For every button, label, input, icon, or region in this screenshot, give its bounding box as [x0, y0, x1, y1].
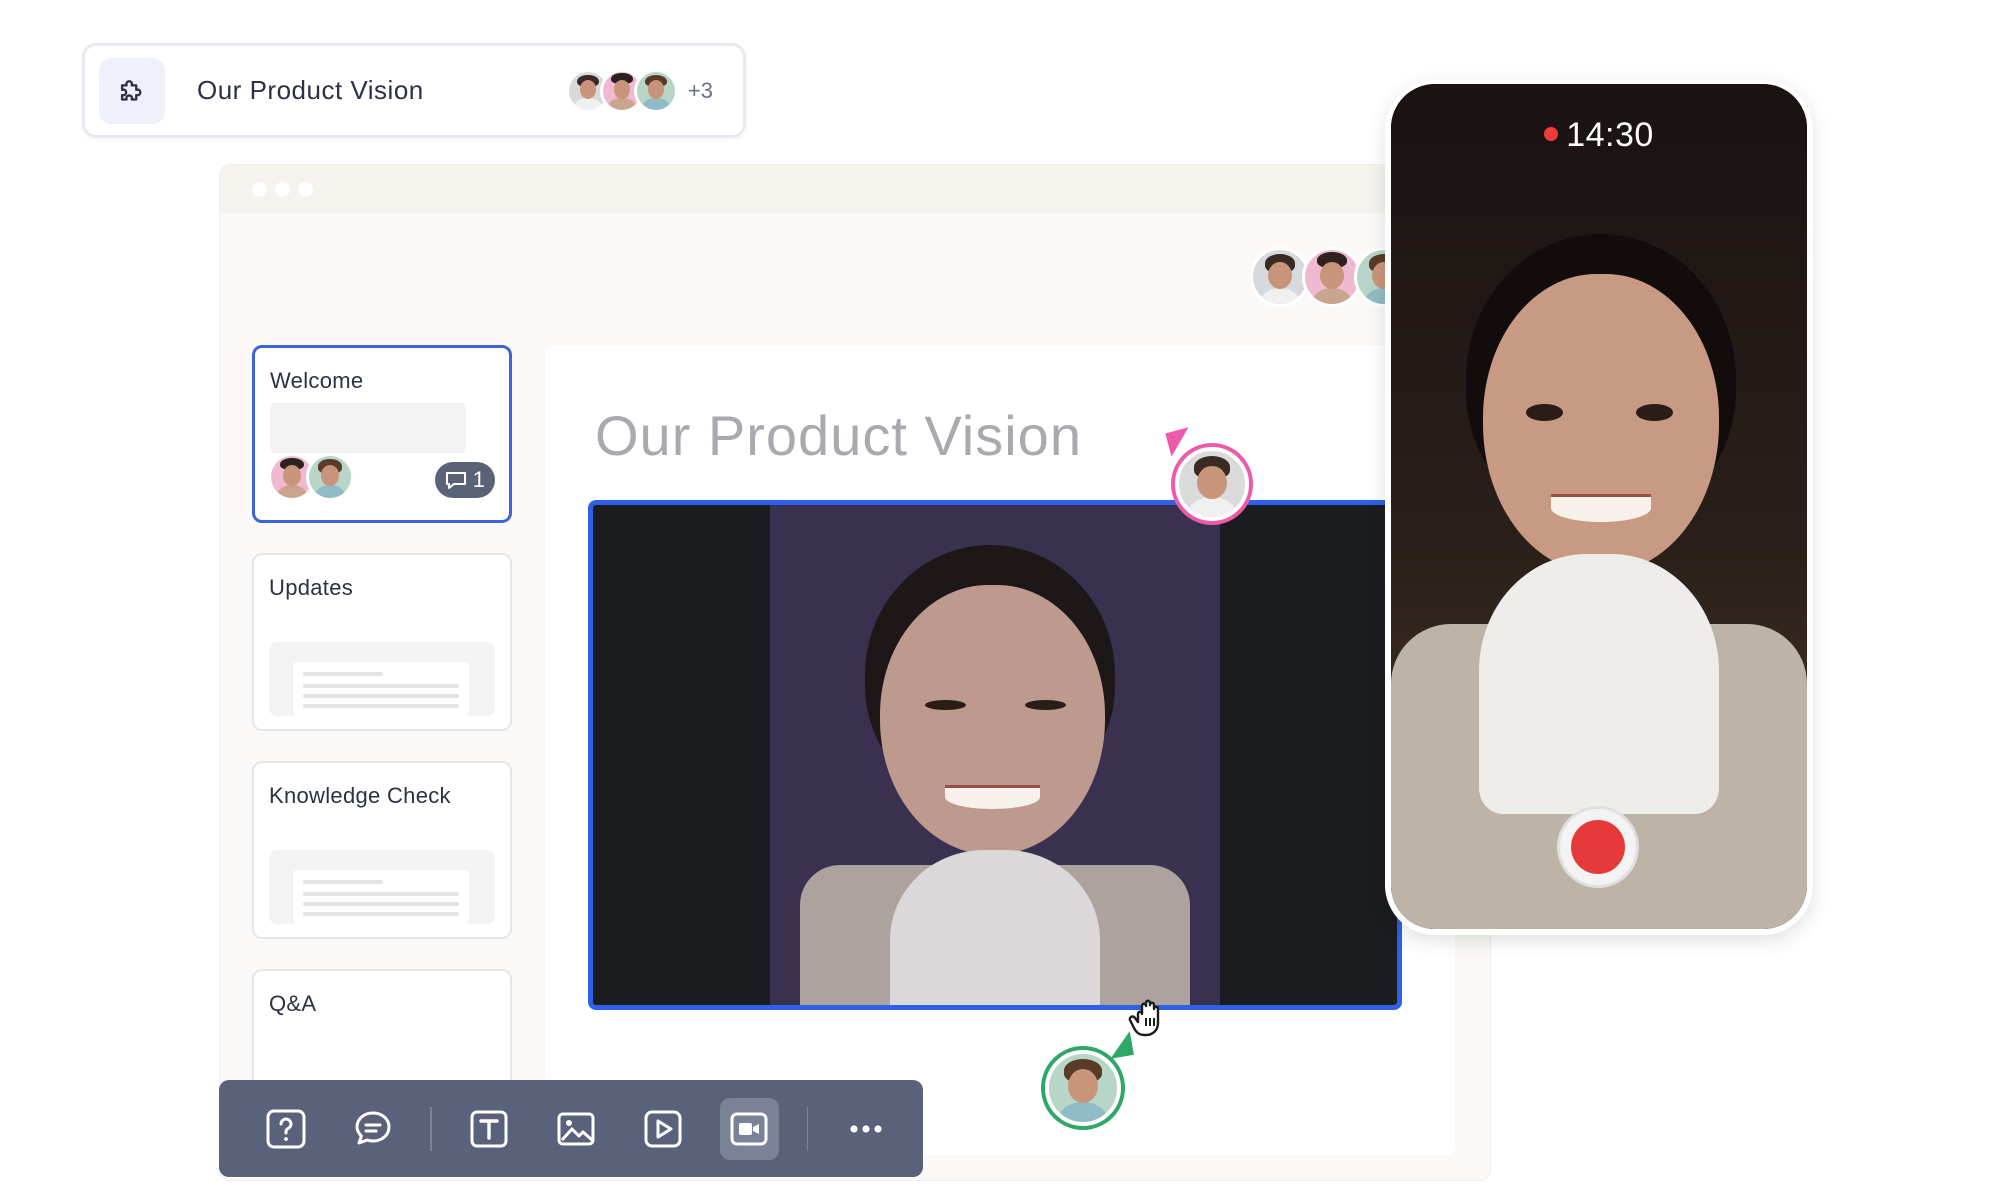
phone-recorder: 14:30 — [1385, 80, 1813, 935]
video-record-icon — [730, 1112, 768, 1145]
recording-indicator-icon — [1544, 127, 1559, 142]
recording-time: 14:30 — [1566, 116, 1654, 154]
cursor-pointer-icon — [1106, 1031, 1134, 1059]
stage: Our Product Vision +3 Welcome 1 Updates … — [0, 0, 2000, 1200]
toolbar-divider — [430, 1106, 433, 1151]
comment-button[interactable] — [344, 1098, 403, 1160]
comment-count: 1 — [472, 467, 485, 492]
comment-icon — [445, 472, 466, 489]
window-title-bar — [220, 165, 1490, 213]
media-play-button[interactable] — [633, 1098, 692, 1160]
grab-hand-icon — [1126, 990, 1178, 1042]
slide-document-preview — [269, 642, 495, 716]
question-icon — [266, 1109, 306, 1148]
slide-title: Knowledge Check — [269, 783, 451, 808]
avatar — [306, 453, 354, 501]
avatar — [633, 68, 678, 113]
more-collaborators-count: +3 — [687, 77, 713, 103]
slide-collaborators — [268, 453, 354, 501]
image-icon — [557, 1112, 595, 1145]
slide-title: Welcome — [270, 368, 364, 393]
more-options-button[interactable] — [836, 1098, 895, 1160]
comment-icon — [355, 1111, 391, 1144]
editor-window: Welcome 1 Updates Knowledge Check Q&A Ou… — [220, 165, 1490, 1180]
recording-timer: 14:30 — [1391, 116, 1807, 155]
slide-heading[interactable]: Our Product Vision — [595, 403, 1082, 468]
record-button[interactable] — [1557, 806, 1639, 888]
text-icon — [470, 1110, 508, 1147]
comment-count-badge[interactable]: 1 — [434, 462, 495, 498]
presentation-header-card[interactable]: Our Product Vision +3 — [82, 43, 746, 138]
question-button[interactable] — [257, 1098, 316, 1160]
text-button[interactable] — [460, 1098, 519, 1160]
slide-title: Updates — [269, 575, 354, 600]
record-icon — [1571, 820, 1625, 874]
slide-title: Q&A — [269, 991, 317, 1016]
video-block[interactable] — [588, 500, 1402, 1010]
puzzle-icon — [99, 57, 165, 124]
window-dot — [275, 181, 290, 197]
window-dot — [252, 181, 267, 197]
slide-placeholder — [270, 403, 466, 453]
collaborator-avatars[interactable]: +3 — [565, 68, 713, 113]
avatar — [1302, 247, 1362, 307]
toolbar-divider — [806, 1106, 809, 1151]
collaborator-cursor-avatar — [1175, 447, 1249, 521]
image-button[interactable] — [547, 1098, 606, 1160]
presentation-title: Our Product Vision — [197, 75, 424, 105]
video-content — [770, 505, 1220, 1005]
avatar — [1250, 247, 1310, 307]
slide-document-preview — [269, 850, 495, 924]
more-icon — [850, 1124, 882, 1133]
slide-thumbnail-knowledge-check[interactable]: Knowledge Check — [252, 761, 512, 939]
window-dot — [298, 181, 313, 197]
slide-thumbnail-qa[interactable]: Q&A — [252, 969, 512, 1089]
video-record-button[interactable] — [719, 1097, 779, 1160]
camera-preview: 14:30 — [1391, 84, 1807, 929]
insert-toolbar — [219, 1080, 923, 1177]
slide-thumbnail-updates[interactable]: Updates — [252, 553, 512, 731]
slide-thumbnail-welcome[interactable]: Welcome 1 — [252, 345, 512, 523]
play-icon — [644, 1110, 682, 1147]
collaborator-cursor-avatar — [1045, 1050, 1121, 1126]
